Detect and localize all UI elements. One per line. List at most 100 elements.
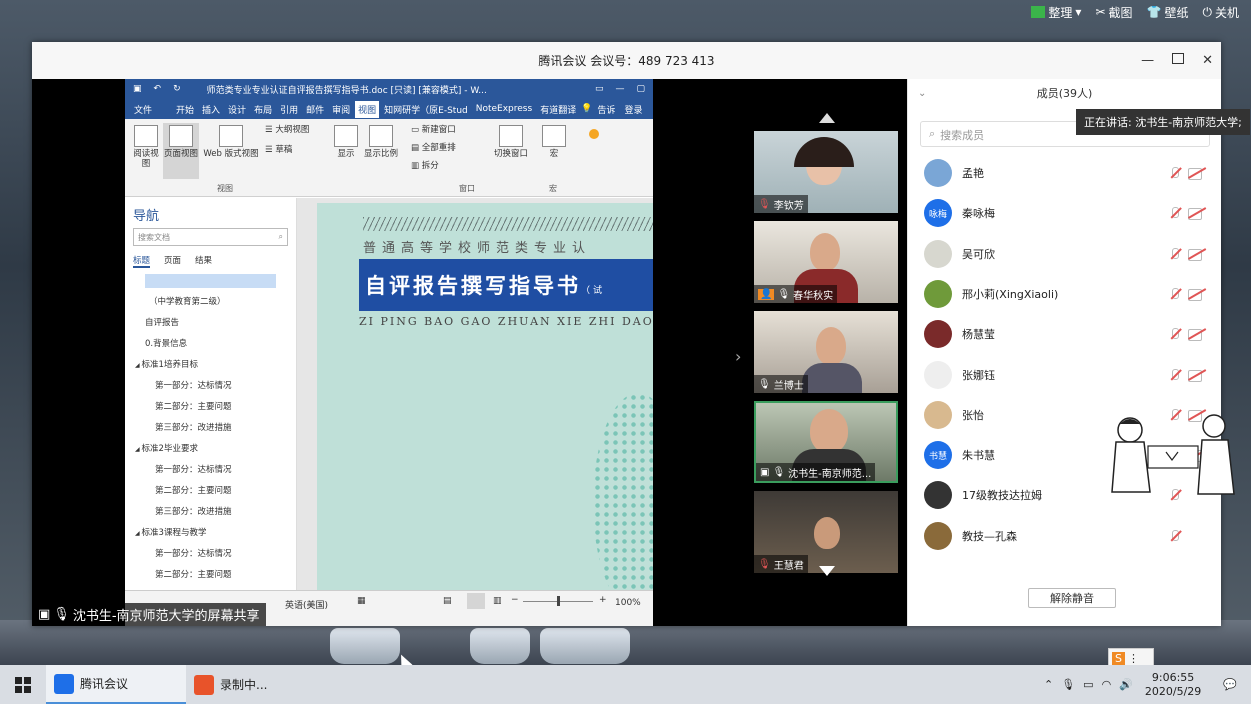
shutdown-button[interactable]: ⏻ 关机 [1202, 4, 1239, 21]
addin-icon [589, 129, 599, 139]
tab-home: 开始 [176, 105, 195, 116]
mic-off-icon: 🎙 [758, 558, 771, 570]
screen-share-area: ▣ ↶ ↻ 师范类专业专业认证自评报告撰写指导书.doc [只读] [兼容模式]… [32, 79, 907, 626]
video-tile[interactable]: 🎙 王慧君 [754, 491, 898, 573]
notification-icon[interactable]: 💬 [1223, 678, 1237, 691]
maximize-icon[interactable] [1172, 53, 1185, 68]
cover-title-small: （试 [581, 286, 606, 296]
minimize-icon[interactable]: — [1141, 53, 1154, 68]
macros-button: 宏 [539, 125, 569, 159]
nav-heading-item: 第二部分：主要问题 [155, 570, 232, 580]
member-row[interactable]: 吴可欣 [924, 234, 1214, 274]
outline-view-button: ☰ 大纲视图 [265, 125, 310, 135]
video-tile[interactable]: 🎙 兰博士 [754, 311, 898, 393]
nav-heading-list: （中学教育第二级） 自评报告 0.背景信息 ◢ 标准1培养目标 第一部分：达标情况 第二部… [125, 292, 296, 586]
ribbon-options-icon: ▭ [594, 84, 604, 94]
chevron-right-icon[interactable]: › [735, 347, 741, 366]
draft-icon: ☰ [265, 145, 276, 155]
dots-decor [593, 393, 653, 590]
organize-button[interactable]: 整理 ▾ [1031, 4, 1081, 21]
camera-off-icon[interactable] [1188, 288, 1206, 301]
wifi-icon[interactable]: ◠ [1102, 678, 1112, 691]
scissors-icon: ✂ [1095, 5, 1106, 19]
volume-icon[interactable]: 🔊 [1119, 678, 1133, 691]
document-page: 普通高等学校师范类专业认 自评报告撰写指导书（试 ZI PING BAO GAO… [317, 203, 653, 590]
mic-off-icon[interactable] [1168, 327, 1182, 341]
nav-tab-pages: 页面 [164, 256, 182, 266]
member-row[interactable]: 邢小莉(XingXiaoli) [924, 274, 1214, 314]
mic-icon: 🎙 [758, 378, 771, 390]
web-layout-icon: ▥ [493, 596, 502, 606]
members-panel: ⌄ 成员(39人) ⌕ 搜索成员 孟艳 咏梅 秦咏梅 吴可欣 邢小莉(XingXiaoli… [907, 79, 1221, 626]
camera-off-icon[interactable] [1188, 167, 1206, 180]
unmute-button[interactable]: 解除静音 [1028, 588, 1116, 608]
avatar [924, 521, 952, 550]
nav-heading-item: 第一部分：达标情况 [155, 549, 232, 559]
language-status: 英语(美国) [285, 601, 329, 611]
zoom-slider-thumb [557, 596, 560, 606]
web-page-icon [219, 125, 243, 147]
organize-icon [1031, 6, 1046, 18]
new-window-icon: ▭ [411, 125, 422, 135]
battery-icon[interactable]: ▭ [1083, 678, 1093, 691]
mic-off-icon[interactable] [1168, 529, 1182, 543]
minimize-icon: — [615, 84, 625, 94]
redo-icon: ↻ [173, 84, 181, 94]
macro-icon [542, 125, 566, 147]
scroll-up-icon[interactable] [819, 113, 835, 123]
zoom-level: 100% [615, 598, 641, 608]
menu-icon: ⋮ [1127, 651, 1139, 665]
tab-mailings: 邮件 [306, 105, 325, 116]
tab-tell-me: 告诉 [597, 105, 616, 116]
video-tile[interactable]: 🎙 李钦芳 [754, 131, 898, 213]
book-icon [134, 125, 158, 147]
page-icon [169, 125, 193, 147]
scroll-down-icon[interactable] [819, 566, 835, 576]
mic-off-icon[interactable] [1168, 166, 1182, 180]
undo-icon: ↶ [153, 84, 162, 94]
member-row[interactable]: 孟艳 [924, 153, 1214, 193]
avatar: 咏梅 [924, 199, 952, 228]
screenshot-button[interactable]: ✂ 截图 [1095, 4, 1132, 21]
camera-off-icon[interactable] [1188, 248, 1206, 261]
mic-off-icon[interactable] [1168, 247, 1182, 261]
video-column: › 🎙 李钦芳 👤 🎙 春华秋实 🎙 兰博士 ▣ 🎙 沈书生-南京师范... 🎙… [735, 79, 898, 626]
windows-icon [499, 125, 523, 147]
start-button[interactable] [0, 665, 46, 704]
mic-off-icon[interactable] [1168, 368, 1182, 382]
document-area: 普通高等学校师范类专业认 自评报告撰写指导书（试 ZI PING BAO GAO… [297, 198, 653, 590]
participant-face [816, 327, 846, 365]
member-row[interactable]: 教技—孔森 [924, 516, 1214, 556]
chevron-up-icon[interactable]: ⌃ [1044, 678, 1053, 691]
members-header: ⌄ 成员(39人) [918, 87, 1093, 100]
member-row[interactable]: 杨慧莹 [924, 314, 1214, 354]
nav-heading-item: 第一部分：达标情况 [155, 381, 232, 391]
camera-off-icon[interactable] [1188, 328, 1206, 342]
taskbar-app-recorder[interactable]: 录制中... [186, 665, 326, 704]
avatar [924, 360, 952, 389]
mic-icon: 🎙 [53, 607, 70, 622]
clock[interactable]: 9:06:55 2020/5/29 [1145, 671, 1201, 699]
microphone-icon[interactable]: 🎙 [1061, 678, 1075, 691]
member-row[interactable]: 咏梅 秦咏梅 [924, 193, 1214, 233]
member-name: 孟艳 [962, 167, 984, 180]
show-icon [334, 125, 358, 147]
video-name-tag: 👤 🎙 春华秋实 [754, 285, 838, 303]
mic-off-icon[interactable] [1168, 287, 1182, 301]
participant-face [814, 517, 840, 549]
word-titlebar: ▣ ↶ ↻ 师范类专业专业认证自评报告撰写指导书.doc [只读] [兼容模式]… [125, 79, 653, 99]
avatar [924, 481, 952, 510]
video-tile-active-speaker[interactable]: ▣ 🎙 沈书生-南京师范... [754, 401, 898, 483]
camera-off-icon[interactable] [1188, 369, 1206, 382]
wallpaper-button[interactable]: 👕 壁纸 [1147, 4, 1189, 21]
taskbar-app-tencent-meeting[interactable]: 腾讯会议 [46, 665, 186, 704]
tab-youdao: 有道翻译 [540, 105, 577, 116]
member-name: 教技—孔森 [962, 529, 1017, 543]
video-tile[interactable]: 👤 🎙 春华秋实 [754, 221, 898, 303]
chevron-down-icon[interactable]: ⌄ [918, 88, 926, 99]
word-title: 师范类专业专业认证自评报告撰写指导书.doc [只读] [兼容模式] - W..… [206, 85, 487, 96]
close-icon[interactable]: ✕ [1202, 53, 1213, 68]
mic-off-icon[interactable] [1168, 206, 1182, 220]
camera-off-icon[interactable] [1188, 207, 1206, 221]
member-row[interactable]: 张娜钰 [924, 355, 1214, 395]
